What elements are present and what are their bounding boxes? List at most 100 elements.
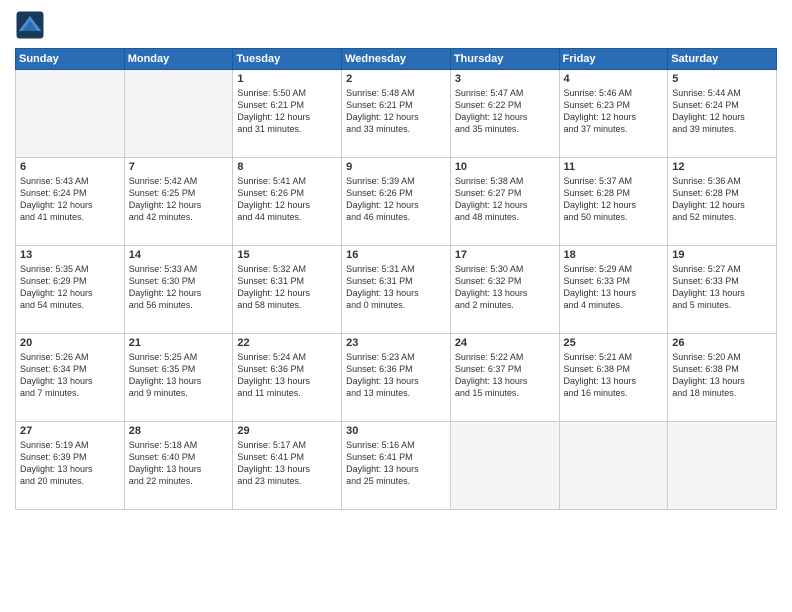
day-number: 5	[672, 73, 772, 85]
day-number: 24	[455, 337, 555, 349]
weekday-header-thursday: Thursday	[450, 49, 559, 70]
calendar-cell: 18Sunrise: 5:29 AM Sunset: 6:33 PM Dayli…	[559, 246, 668, 334]
day-number: 4	[564, 73, 664, 85]
day-detail: Sunrise: 5:19 AM Sunset: 6:39 PM Dayligh…	[20, 439, 120, 488]
calendar-cell: 25 Sunrise: 5:21 AM Sunset: 6:38 PM Dayli…	[559, 334, 668, 422]
calendar-cell: 27Sunrise: 5:19 AM Sunset: 6:39 PM Dayli…	[16, 422, 125, 510]
day-detail: Sunrise: 5:24 AM Sunset: 6:36 PM Dayligh…	[237, 351, 337, 400]
day-number: 25	[564, 337, 664, 349]
day-number: 26	[672, 337, 772, 349]
day-number: 2	[346, 73, 446, 85]
calendar-cell	[450, 422, 559, 510]
calendar-cell: 14 Sunrise: 5:33 AM Sunset: 6:30 PM Dayli…	[124, 246, 233, 334]
weekday-header-row: SundayMondayTuesdayWednesdayThursdayFrid…	[16, 49, 777, 70]
weekday-header-saturday: Saturday	[668, 49, 777, 70]
day-number: 30	[346, 425, 446, 437]
calendar-cell	[124, 70, 233, 158]
day-detail: Sunrise: 5:18 AM Sunset: 6:40 PM Dayligh…	[129, 439, 229, 488]
day-number: 18	[564, 249, 664, 261]
day-detail: Sunrise: 5:35 AM Sunset: 6:29 PM Dayligh…	[20, 263, 120, 312]
day-number: 17	[455, 249, 555, 261]
day-number: 21	[129, 337, 229, 349]
day-number: 28	[129, 425, 229, 437]
calendar-cell: 24 Sunrise: 5:22 AM Sunset: 6:37 PM Dayli…	[450, 334, 559, 422]
calendar-page: SundayMondayTuesdayWednesdayThursdayFrid…	[0, 0, 792, 612]
day-number: 14	[129, 249, 229, 261]
day-detail: Sunrise: 5:43 AM Sunset: 6:24 PM Dayligh…	[20, 175, 120, 224]
day-detail: Sunrise: 5:37 AM Sunset: 6:28 PM Dayligh…	[564, 175, 664, 224]
day-detail: Sunrise: 5:38 AM Sunset: 6:27 PM Dayligh…	[455, 175, 555, 224]
calendar-cell: 12 Sunrise: 5:36 AM Sunset: 6:28 PM Dayli…	[668, 158, 777, 246]
day-number: 11	[564, 161, 664, 173]
day-detail: Sunrise: 5:36 AM Sunset: 6:28 PM Dayligh…	[672, 175, 772, 224]
calendar-table: SundayMondayTuesdayWednesdayThursdayFrid…	[15, 48, 777, 510]
calendar-cell: 23Sunrise: 5:23 AM Sunset: 6:36 PM Dayli…	[342, 334, 451, 422]
calendar-cell: 29Sunrise: 5:17 AM Sunset: 6:41 PM Dayli…	[233, 422, 342, 510]
weekday-header-tuesday: Tuesday	[233, 49, 342, 70]
day-number: 22	[237, 337, 337, 349]
calendar-cell: 30 Sunrise: 5:16 AM Sunset: 6:41 PM Dayli…	[342, 422, 451, 510]
day-number: 16	[346, 249, 446, 261]
calendar-cell	[668, 422, 777, 510]
weekday-header-friday: Friday	[559, 49, 668, 70]
day-detail: Sunrise: 5:27 AM Sunset: 6:33 PM Dayligh…	[672, 263, 772, 312]
day-number: 10	[455, 161, 555, 173]
day-number: 9	[346, 161, 446, 173]
calendar-cell: 17 Sunrise: 5:30 AM Sunset: 6:32 PM Dayli…	[450, 246, 559, 334]
calendar-cell: 3 Sunrise: 5:47 AM Sunset: 6:22 PM Daylig…	[450, 70, 559, 158]
calendar-cell: 28 Sunrise: 5:18 AM Sunset: 6:40 PM Dayli…	[124, 422, 233, 510]
calendar-cell: 5 Sunrise: 5:44 AM Sunset: 6:24 PM Daylig…	[668, 70, 777, 158]
weekday-header-sunday: Sunday	[16, 49, 125, 70]
week-row-5: 27Sunrise: 5:19 AM Sunset: 6:39 PM Dayli…	[16, 422, 777, 510]
weekday-header-monday: Monday	[124, 49, 233, 70]
calendar-cell: 11 Sunrise: 5:37 AM Sunset: 6:28 PM Dayli…	[559, 158, 668, 246]
calendar-cell: 7 Sunrise: 5:42 AM Sunset: 6:25 PM Daylig…	[124, 158, 233, 246]
day-number: 6	[20, 161, 120, 173]
day-detail: Sunrise: 5:17 AM Sunset: 6:41 PM Dayligh…	[237, 439, 337, 488]
calendar-cell: 8Sunrise: 5:41 AM Sunset: 6:26 PM Daylig…	[233, 158, 342, 246]
day-detail: Sunrise: 5:39 AM Sunset: 6:26 PM Dayligh…	[346, 175, 446, 224]
day-number: 7	[129, 161, 229, 173]
day-detail: Sunrise: 5:42 AM Sunset: 6:25 PM Dayligh…	[129, 175, 229, 224]
day-detail: Sunrise: 5:50 AM Sunset: 6:21 PM Dayligh…	[237, 87, 337, 136]
day-detail: Sunrise: 5:47 AM Sunset: 6:22 PM Dayligh…	[455, 87, 555, 136]
calendar-cell: 19 Sunrise: 5:27 AM Sunset: 6:33 PM Dayli…	[668, 246, 777, 334]
day-number: 12	[672, 161, 772, 173]
calendar-cell: 10 Sunrise: 5:38 AM Sunset: 6:27 PM Dayli…	[450, 158, 559, 246]
day-number: 1	[237, 73, 337, 85]
week-row-2: 6 Sunrise: 5:43 AM Sunset: 6:24 PM Daylig…	[16, 158, 777, 246]
day-detail: Sunrise: 5:48 AM Sunset: 6:21 PM Dayligh…	[346, 87, 446, 136]
day-detail: Sunrise: 5:33 AM Sunset: 6:30 PM Dayligh…	[129, 263, 229, 312]
calendar-cell: 16 Sunrise: 5:31 AM Sunset: 6:31 PM Dayli…	[342, 246, 451, 334]
day-number: 3	[455, 73, 555, 85]
day-detail: Sunrise: 5:23 AM Sunset: 6:36 PM Dayligh…	[346, 351, 446, 400]
day-detail: Sunrise: 5:46 AM Sunset: 6:23 PM Dayligh…	[564, 87, 664, 136]
day-number: 15	[237, 249, 337, 261]
calendar-cell: 4 Sunrise: 5:46 AM Sunset: 6:23 PM Daylig…	[559, 70, 668, 158]
day-detail: Sunrise: 5:25 AM Sunset: 6:35 PM Dayligh…	[129, 351, 229, 400]
weekday-header-wednesday: Wednesday	[342, 49, 451, 70]
calendar-cell	[559, 422, 668, 510]
day-detail: Sunrise: 5:44 AM Sunset: 6:24 PM Dayligh…	[672, 87, 772, 136]
calendar-cell: 20Sunrise: 5:26 AM Sunset: 6:34 PM Dayli…	[16, 334, 125, 422]
day-detail: Sunrise: 5:31 AM Sunset: 6:31 PM Dayligh…	[346, 263, 446, 312]
week-row-1: 1 Sunrise: 5:50 AM Sunset: 6:21 PM Daylig…	[16, 70, 777, 158]
week-row-3: 13 Sunrise: 5:35 AM Sunset: 6:29 PM Dayli…	[16, 246, 777, 334]
day-number: 19	[672, 249, 772, 261]
calendar-cell: 22 Sunrise: 5:24 AM Sunset: 6:36 PM Dayli…	[233, 334, 342, 422]
day-number: 13	[20, 249, 120, 261]
day-detail: Sunrise: 5:30 AM Sunset: 6:32 PM Dayligh…	[455, 263, 555, 312]
day-detail: Sunrise: 5:32 AM Sunset: 6:31 PM Dayligh…	[237, 263, 337, 312]
header	[15, 10, 777, 40]
calendar-cell: 15 Sunrise: 5:32 AM Sunset: 6:31 PM Dayli…	[233, 246, 342, 334]
logo-icon	[15, 10, 45, 40]
day-detail: Sunrise: 5:26 AM Sunset: 6:34 PM Dayligh…	[20, 351, 120, 400]
day-detail: Sunrise: 5:16 AM Sunset: 6:41 PM Dayligh…	[346, 439, 446, 488]
day-detail: Sunrise: 5:22 AM Sunset: 6:37 PM Dayligh…	[455, 351, 555, 400]
calendar-cell	[16, 70, 125, 158]
calendar-body: 1 Sunrise: 5:50 AM Sunset: 6:21 PM Daylig…	[16, 70, 777, 510]
calendar-cell: 13 Sunrise: 5:35 AM Sunset: 6:29 PM Dayli…	[16, 246, 125, 334]
calendar-cell: 26Sunrise: 5:20 AM Sunset: 6:38 PM Dayli…	[668, 334, 777, 422]
logo	[15, 10, 49, 40]
day-detail: Sunrise: 5:21 AM Sunset: 6:38 PM Dayligh…	[564, 351, 664, 400]
